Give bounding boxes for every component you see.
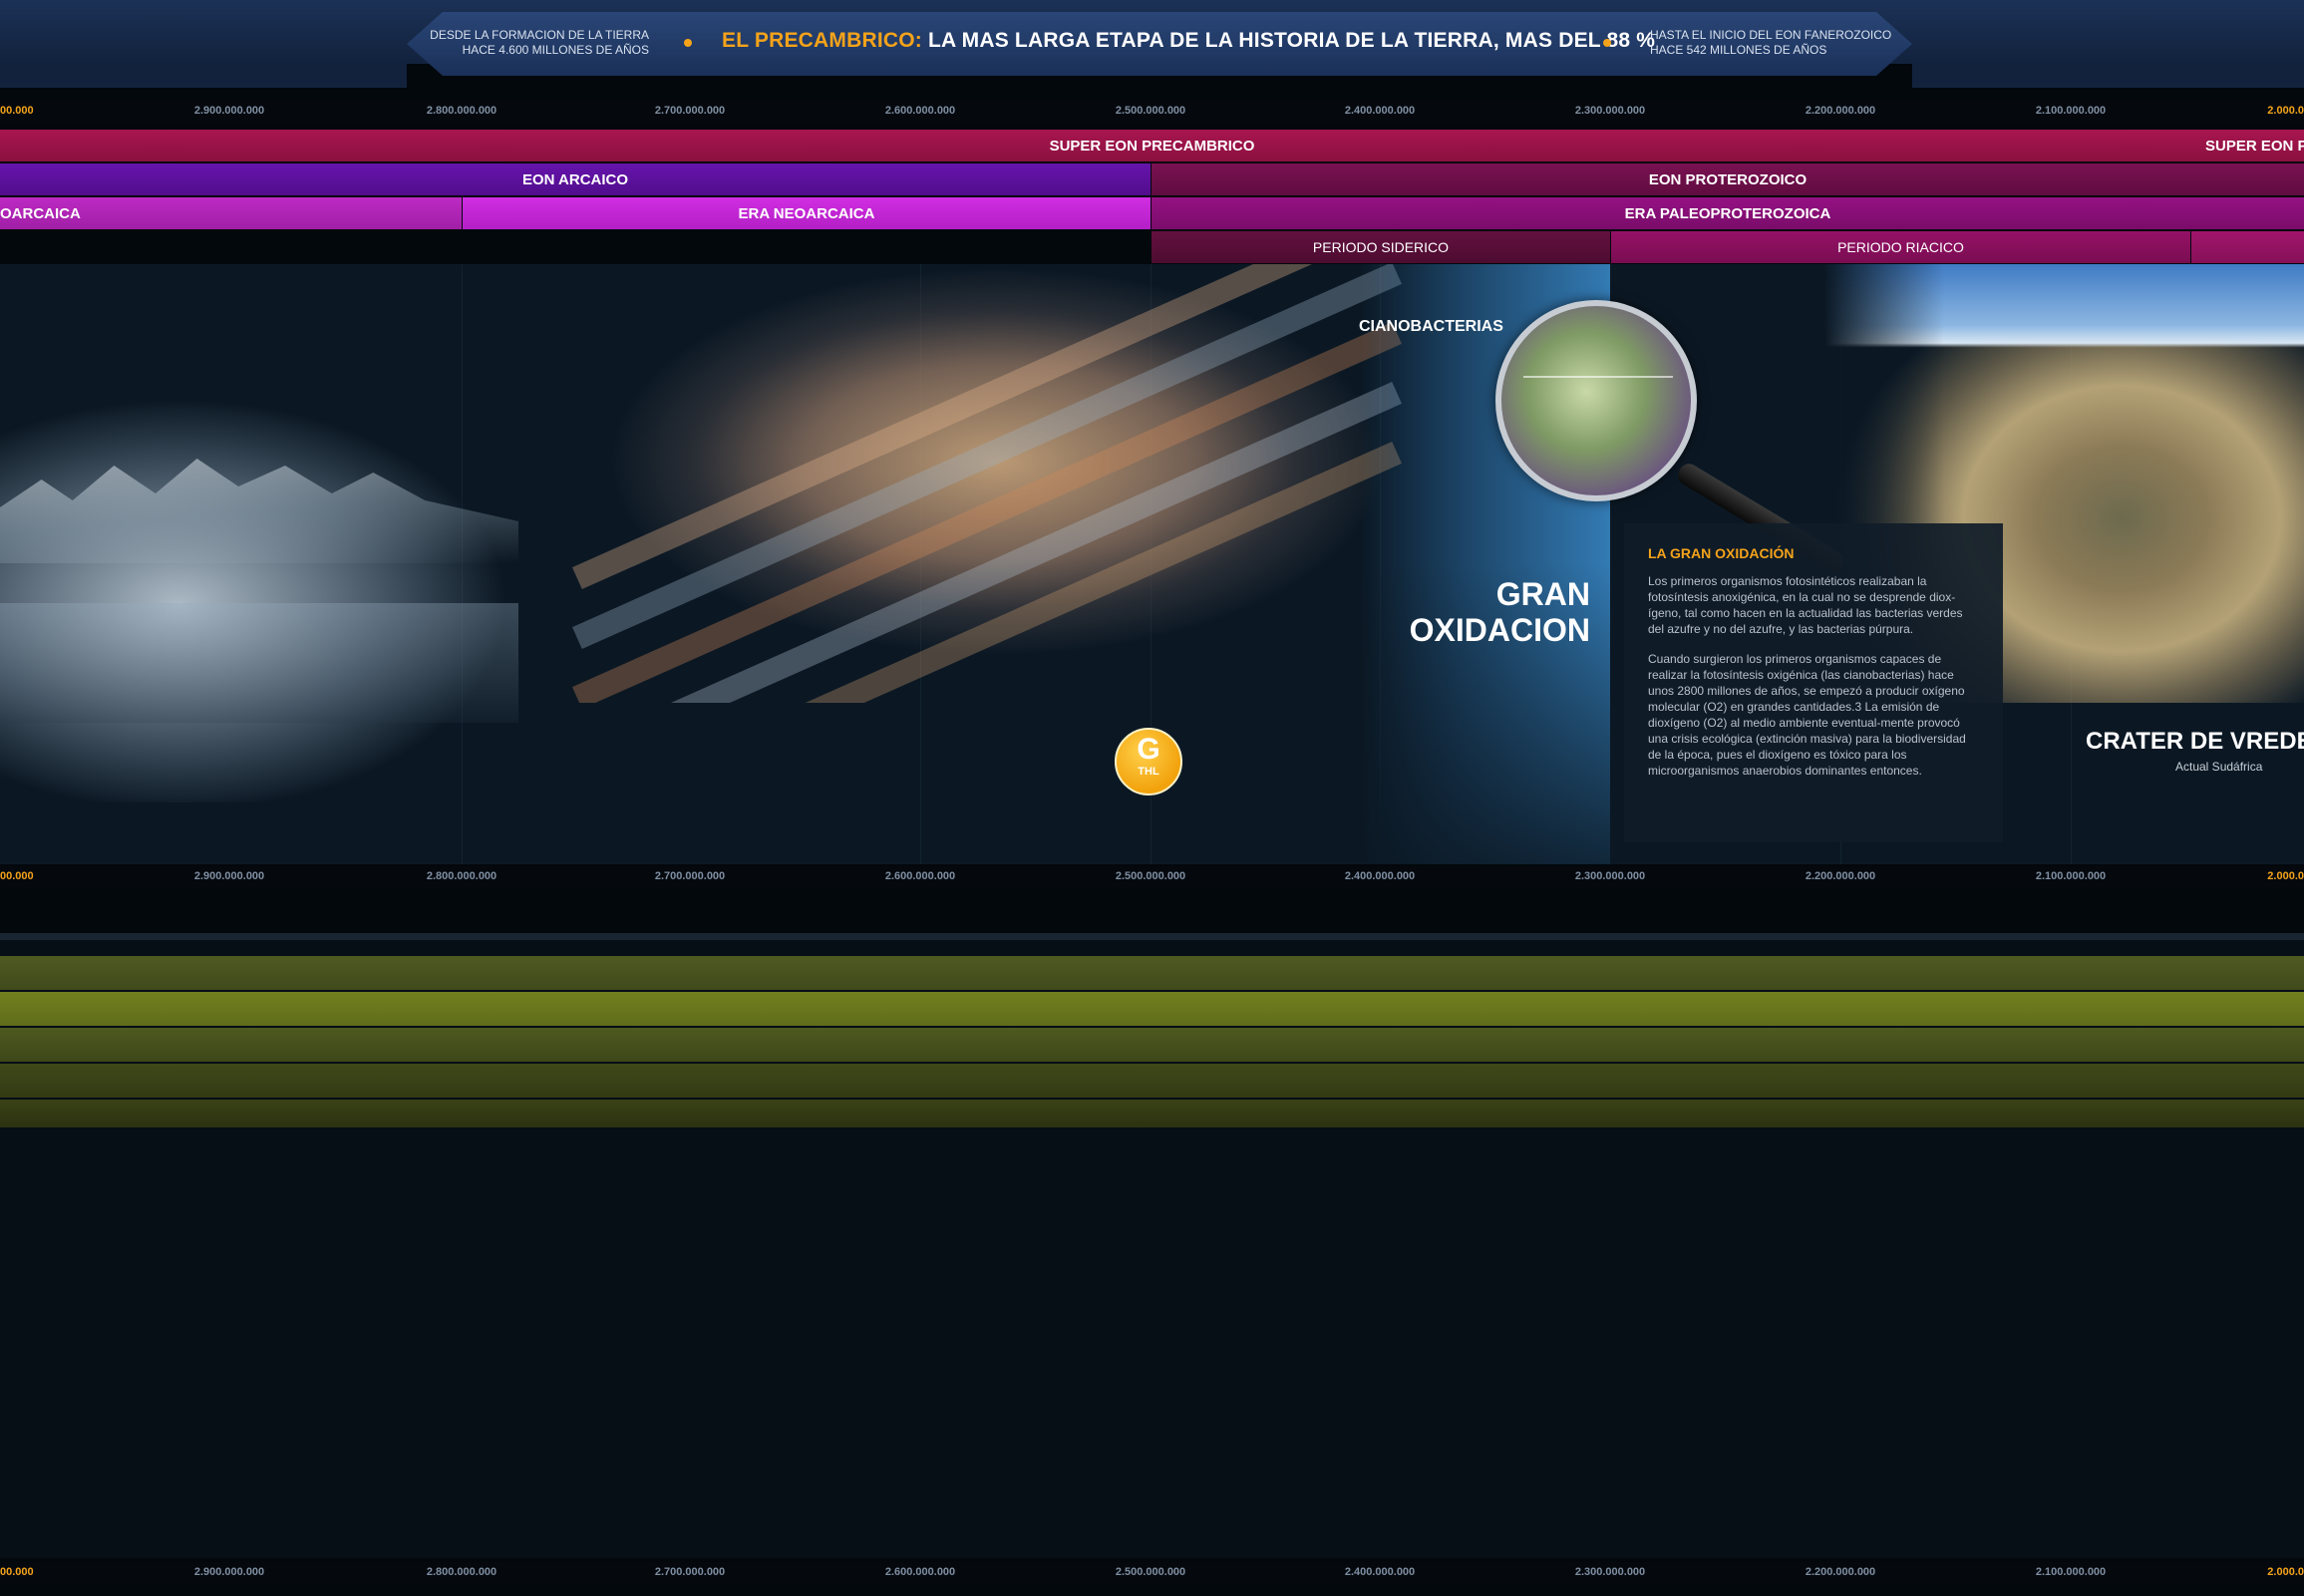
- ruler-tick-label: 2.400.000.000: [1344, 870, 1416, 882]
- band-eon-proterozoico-label: EON PROTEROZOICO: [1648, 170, 1808, 188]
- crater-subtitle: Actual Sudáfrica: [2175, 760, 2263, 774]
- ruler-edge-left-label: 00.000: [0, 1566, 34, 1578]
- ruler-tick-label: 2.500.000.000: [1115, 1566, 1186, 1578]
- band-era-paleoproterozoica-label: ERA PALEOPROTEROZOICA: [1624, 204, 1831, 222]
- gthl-badge[interactable]: G THL: [1115, 728, 1182, 796]
- band-periodo-siderico[interactable]: PERIODO SIDERICO: [1152, 231, 1610, 263]
- ruler-bottom: 00.000 2.900.000.000 2.800.000.000 2.700.00…: [0, 1562, 2304, 1584]
- glacier-water: [0, 603, 518, 723]
- gran-oxidacion-heading-line1: GRAN: [1495, 576, 1590, 612]
- band-eon-arcaico[interactable]: EON ARCAICO: [0, 163, 1151, 195]
- header-wing-right: [1912, 64, 2304, 88]
- ruler-tick-label: 2.800.000.000: [426, 1566, 497, 1578]
- ruler-tick-label: 2.600.000.000: [884, 870, 956, 882]
- ruler-tick-label: 2.800.000.000: [426, 870, 497, 882]
- page-title-accent: EL PRECAMBRICO:: [722, 29, 922, 52]
- ruler-tick-label: 2.900.000.000: [193, 1566, 265, 1578]
- ruler-tick-label: 2.300.000.000: [1574, 870, 1646, 882]
- header-end-note: HASTA EL INICIO DEL EON FANEROZOICO HACE…: [1650, 28, 1891, 58]
- header-start-note: DESDE LA FORMACION DE LA TIERRA HACE 4.6…: [430, 28, 649, 58]
- ruler-middle: 00.000 2.900.000.000 2.800.000.000 2.700.00…: [0, 866, 2304, 888]
- band-era-neoarcaica[interactable]: ERA NEOARCAICA: [463, 197, 1151, 229]
- band-supereon[interactable]: SUPER EON PRECAMBRICO: [0, 130, 2304, 161]
- olive-band-2[interactable]: [0, 992, 2304, 1026]
- band-era-left-label: OARCAICA: [0, 204, 81, 222]
- ruler-tick-label: 2.700.000.000: [654, 1566, 726, 1578]
- gran-oxidacion-heading-line2: OXIDACION: [1409, 612, 1590, 648]
- magnifier-lens[interactable]: [1495, 300, 1697, 501]
- ruler-tick-label: 2.400.000.000: [1344, 105, 1416, 117]
- ruler-tick-label: 2.500.000.000: [1115, 870, 1186, 882]
- ruler-tick-label: 2.300.000.000: [1574, 1566, 1646, 1578]
- ruler-tick-label: 2.200.000.000: [1805, 1566, 1876, 1578]
- band-era-paleoproterozoica[interactable]: ERA PALEOPROTEROZOICA: [1152, 197, 2304, 229]
- olive-band-3[interactable]: [0, 1028, 2304, 1062]
- header-dot-right: [1603, 39, 1611, 47]
- band-era-neoarcaica-label: ERA NEOARCAICA: [738, 204, 875, 222]
- header-start-line2: HACE 4.600 MILLONES DE AÑOS: [462, 43, 649, 57]
- page-title: EL PRECAMBRICO: LA MAS LARGA ETAPA DE LA…: [722, 29, 1655, 53]
- olive-band-1[interactable]: [0, 956, 2304, 990]
- band-supereon-right-label: SUPER EON P: [2205, 137, 2304, 155]
- ruler-edge-left-label: 00.000: [0, 105, 34, 117]
- header-start-line1: DESDE LA FORMACION DE LA TIERRA: [430, 28, 649, 42]
- band-periodo-next[interactable]: [2191, 231, 2304, 263]
- ruler-tick-label: 2.100.000.000: [2035, 870, 2107, 882]
- ruler-tick-label: 2.900.000.000: [193, 105, 265, 117]
- glacier-ridge: [0, 459, 518, 563]
- ruler-tick-label: 2.500.000.000: [1115, 105, 1186, 117]
- timeline-page: DESDE LA FORMACION DE LA TIERRA HACE 4.6…: [0, 0, 2304, 1596]
- band-era-left[interactable]: OARCAICA: [0, 197, 462, 229]
- info-box: LA GRAN OXIDACIÓN Los primeros organismo…: [1624, 523, 2003, 842]
- ruler-edge-right-label: 2.000.0: [2267, 870, 2304, 882]
- gthl-badge-sub: THL: [1138, 766, 1159, 778]
- band-periodo-riacico[interactable]: PERIODO RIACICO: [1611, 231, 2190, 263]
- gran-oxidacion-heading: GRAN OXIDACION: [1410, 576, 1590, 648]
- header-dot-left: [684, 39, 692, 47]
- ruler-tick-label: 2.200.000.000: [1805, 870, 1876, 882]
- ruler-tick-label: 2.900.000.000: [193, 870, 265, 882]
- ruler-tick-label: 2.700.000.000: [654, 105, 726, 117]
- ruler-tick-label: 2.800.000.000: [426, 105, 497, 117]
- ruler-top: 00.000 2.900.000.000 2.800.000.000 2.700.00…: [0, 101, 2304, 123]
- ruler-tick-label: 2.600.000.000: [884, 1566, 956, 1578]
- olive-band-5[interactable]: [0, 1100, 2304, 1127]
- info-box-paragraph-1: Los primeros organismos fotosintéticos r…: [1648, 574, 1963, 636]
- olive-band-4[interactable]: [0, 1064, 2304, 1098]
- header-end-line1: HASTA EL INICIO DEL EON FANEROZOICO: [1650, 28, 1892, 42]
- ruler-tick-label: 2.100.000.000: [2035, 105, 2107, 117]
- ruler-tick-label: 2.400.000.000: [1344, 1566, 1416, 1578]
- info-box-title: LA GRAN OXIDACIÓN: [1648, 545, 1795, 561]
- header-end-line2: HACE 542 MILLONES DE AÑOS: [1650, 43, 1827, 57]
- ruler-edge-right-label: 2.000.0: [2267, 1566, 2304, 1578]
- ruler-edge-left-label: 00.000: [0, 870, 34, 882]
- ruler-tick-label: 2.300.000.000: [1574, 105, 1646, 117]
- gran-oxidacion-panel: CIANOBACTERIAS GRAN OXIDACION G THL LA G…: [0, 264, 2304, 864]
- ruler-tick-label: 2.200.000.000: [1805, 105, 1876, 117]
- band-eon-arcaico-label: EON ARCAICO: [521, 170, 629, 188]
- page-title-main: LA MAS LARGA ETAPA DE LA HISTORIA DE LA …: [921, 29, 1656, 52]
- gthl-badge-letter: G: [1137, 733, 1160, 766]
- band-periodo-siderico-label: PERIODO SIDERICO: [1312, 239, 1450, 255]
- crater-title: CRATER DE VREDEF: [2086, 728, 2304, 755]
- header-wing-left: [0, 64, 407, 88]
- ruler-edge-right-label: 2.000.0: [2267, 105, 2304, 117]
- ruler-tick-label: 2.100.000.000: [2035, 1566, 2107, 1578]
- ruler-tick-label: 2.600.000.000: [884, 105, 956, 117]
- glacier-image: [0, 364, 598, 802]
- ruler-tick-label: 2.700.000.000: [654, 870, 726, 882]
- magnifier-scale: [1523, 376, 1673, 378]
- banded-iron-rock-image: [558, 264, 1436, 703]
- cianobacterias-label: CIANOBACTERIAS: [1359, 318, 1503, 335]
- band-eon-proterozoico[interactable]: EON PROTEROZOICO: [1152, 163, 2304, 195]
- band-periodo-riacico-label: PERIODO RIACICO: [1837, 239, 1964, 255]
- band-supereon-label: SUPER EON PRECAMBRICO: [1049, 137, 1255, 155]
- info-box-paragraph-2: Cuando surgieron los primeros organismos…: [1648, 652, 1966, 778]
